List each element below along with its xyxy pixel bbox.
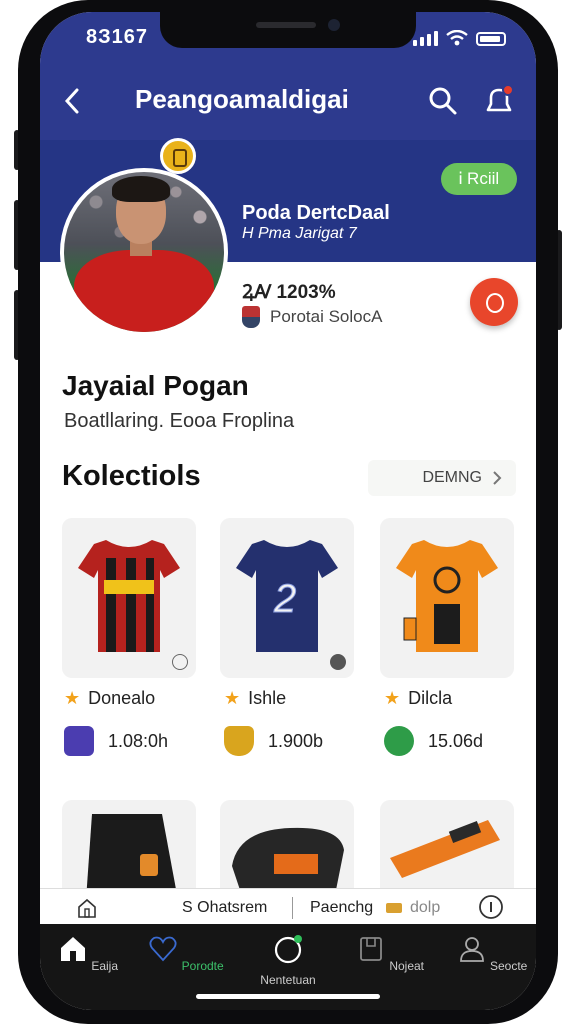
shield-icon xyxy=(224,726,254,756)
svg-text:2: 2 xyxy=(273,577,296,621)
tag-icon xyxy=(386,903,402,913)
home-icon xyxy=(60,937,85,961)
arrow-icon xyxy=(384,726,414,756)
nav-item-matches[interactable]: Nentetuan xyxy=(248,934,328,987)
home-indicator[interactable] xyxy=(196,994,380,999)
star-icon: ★ xyxy=(384,688,401,708)
backpack-icon xyxy=(86,814,178,900)
search-icon[interactable] xyxy=(428,86,458,116)
front-camera xyxy=(328,19,340,31)
nav-item-store[interactable]: Nojeat xyxy=(350,934,430,973)
collection-card[interactable] xyxy=(380,800,514,900)
profile-name: Jayaial Pogan xyxy=(62,370,249,401)
info-icon[interactable] xyxy=(478,894,504,920)
phone-frame: 8З167 Peangoamaldigai Ꭵ Rciil Poda Dertc… xyxy=(0,0,576,1024)
back-button[interactable] xyxy=(60,86,84,116)
ball-icon xyxy=(274,935,302,964)
speaker xyxy=(256,22,316,28)
jersey-icon xyxy=(78,540,180,652)
battery-icon xyxy=(476,32,506,46)
stat-value: ꝜꜸ 1203% xyxy=(242,282,336,303)
club-name: Porotai SolocA xyxy=(270,307,383,326)
status-time: 8З167 xyxy=(86,26,149,48)
jersey-icon: 2 xyxy=(236,540,338,652)
signal-icon xyxy=(413,31,438,46)
item-value-3: 15.06d xyxy=(384,726,483,756)
heart-icon xyxy=(149,936,177,962)
card-icon xyxy=(64,726,94,756)
quick-action-middle[interactable]: Paenchg xyxy=(310,899,373,917)
see-more-label: DEMNG xyxy=(422,469,482,486)
nav-item-profile[interactable]: Seocte xyxy=(452,934,532,973)
jersey-icon xyxy=(396,540,498,652)
case-icon xyxy=(390,820,500,878)
avatar[interactable] xyxy=(60,168,228,336)
avatar-photo xyxy=(64,172,224,332)
chevron-right-icon xyxy=(493,471,502,485)
page-title: Peangoamaldigai xyxy=(135,84,349,114)
check-icon xyxy=(330,654,346,670)
quick-action-bar: S Ohatsrem Paenchg dolp xyxy=(40,888,536,924)
hero-name: Poda DertcDaal xyxy=(242,202,390,224)
club-crest-icon xyxy=(242,306,260,328)
item-value-1: 1.08:0h xyxy=(64,726,168,756)
collection-card[interactable] xyxy=(62,518,196,678)
hero-subtitle: H Pma Jarigat 7 xyxy=(242,225,357,242)
action-fab[interactable] xyxy=(470,278,518,326)
section-title: Kolectiols xyxy=(62,460,201,492)
collection-card[interactable]: 2 xyxy=(220,518,354,678)
nav-item-home[interactable]: Eaija xyxy=(48,934,128,973)
item-name-2: ★ Ishle xyxy=(224,688,287,708)
club-badge-icon xyxy=(160,138,196,174)
profile-description: Boatllaring. Eooa Froplina xyxy=(64,410,295,432)
notification-button[interactable] xyxy=(482,84,516,118)
star-icon: ★ xyxy=(64,688,81,708)
screen: 8З167 Peangoamaldigai Ꭵ Rciil Poda Dertc… xyxy=(40,12,536,1010)
collection-card[interactable] xyxy=(380,518,514,678)
wifi-icon xyxy=(446,30,468,46)
quick-action-right[interactable]: dolp xyxy=(410,899,440,917)
star-icon: ★ xyxy=(224,688,241,708)
collection-card[interactable] xyxy=(220,800,354,900)
collection-card[interactable] xyxy=(62,800,196,900)
notch xyxy=(160,12,416,48)
item-name-3: ★ Dilcla xyxy=(384,688,453,708)
home-outline-icon[interactable] xyxy=(76,897,98,919)
status-icons xyxy=(413,30,506,46)
club-line: Porotai SolocA xyxy=(242,306,382,328)
add-button[interactable]: Ꭵ Rciil xyxy=(441,163,517,195)
notification-dot xyxy=(502,84,514,96)
nav-item-favorites[interactable]: Porodte xyxy=(146,934,226,973)
see-more-button[interactable]: DEMNG xyxy=(368,460,516,496)
divider xyxy=(292,897,293,919)
item-name-1: ★ Donealo xyxy=(64,688,156,708)
quick-action-left[interactable]: S Ohatsrem xyxy=(182,899,267,917)
check-icon xyxy=(172,654,188,670)
item-value-2: 1.900b xyxy=(224,726,323,756)
bag-icon xyxy=(232,827,344,890)
square-icon xyxy=(360,937,382,961)
profile-icon xyxy=(459,937,484,962)
